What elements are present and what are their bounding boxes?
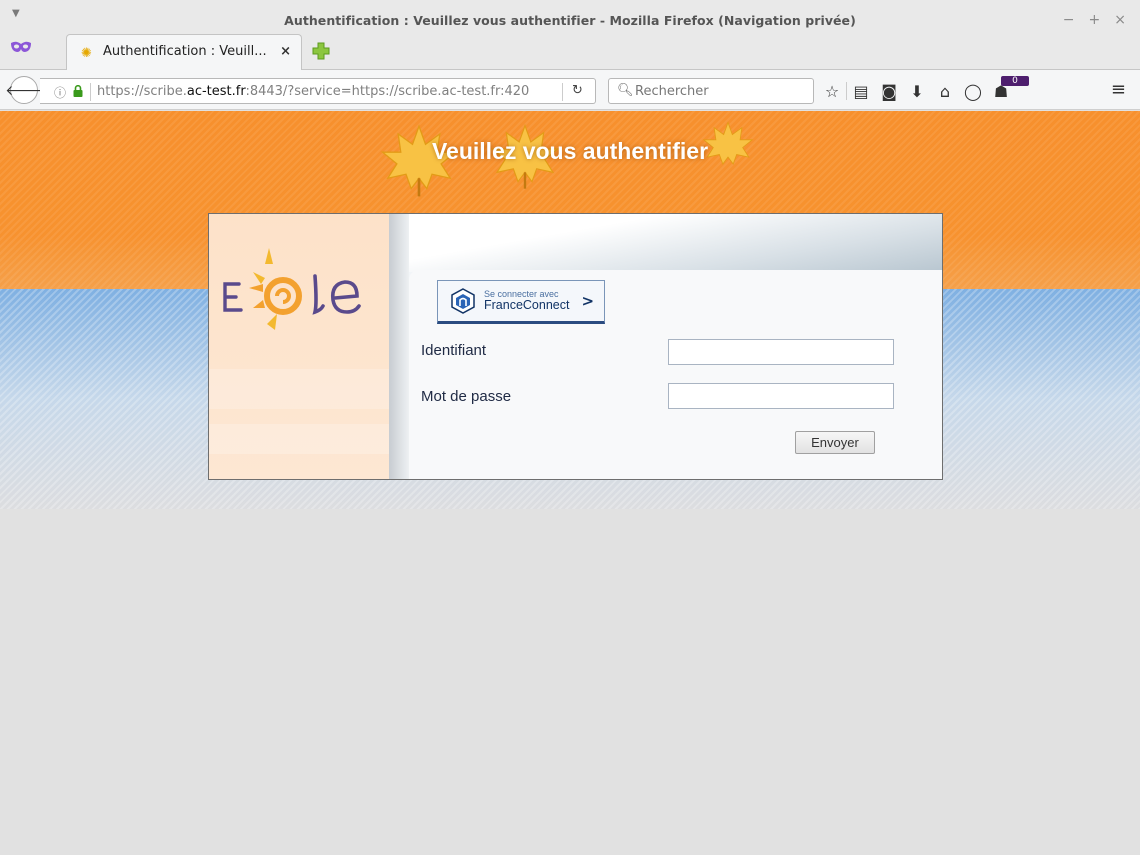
window-titlebar: ▼ Authentification : Veuillez vous authe… [0,0,1140,34]
notification-icon[interactable]: ☗ 0 [987,75,1029,101]
username-input[interactable] [668,339,894,365]
menu-icon[interactable]: ≡ [1111,79,1126,100]
franceconnect-text: Se connecter avec FranceConnect [484,289,570,313]
window-controls: − + × [1063,12,1126,28]
panel-shine [409,214,942,272]
private-mask-icon [11,41,31,52]
bookmark-star-icon[interactable]: ☆ [818,82,846,101]
reload-separator [562,83,563,101]
favicon-icon: ✺ [81,46,92,61]
reading-list-icon[interactable]: ▤ [847,82,875,101]
login-panel: Se connecter avec FranceConnect > Identi… [208,213,943,480]
tab-close-icon[interactable]: × [280,44,291,59]
download-icon[interactable]: ⬇ [903,82,931,101]
franceconnect-icon [451,288,475,314]
lock-icon[interactable] [73,85,83,97]
panel-stripe [209,369,391,409]
url-text[interactable]: https://scribe.ac-test.fr:8443/?service=… [97,84,529,99]
pocket-icon[interactable]: ◙ [875,82,903,101]
notification-badge: 0 [1001,75,1029,86]
logo-area [209,214,391,479]
new-tab-icon[interactable] [312,42,330,60]
url-rest: :8443/?service=https://scribe.ac-test.fr… [245,84,530,99]
close-window-button[interactable]: × [1114,12,1126,28]
back-button[interactable]: 🡐 [5,76,43,104]
tab-label: Authentification : Veuill... [103,44,267,59]
toolbar-icons: ☆ ▤ ◙ ⬇ ⌂ ◯ ☗ 0 [818,75,1029,102]
chat-icon[interactable]: ◯ [959,82,987,101]
address-separator [90,83,91,101]
tab-strip: ✺ Authentification : Veuill... × [0,34,1140,70]
panel-divider [389,214,409,479]
info-icon[interactable]: ⓘ [54,84,66,101]
password-input[interactable] [668,383,894,409]
reload-icon[interactable]: ↻ [572,83,583,98]
search-icon: 🔍︎ [617,83,634,98]
panel-stripe [209,424,391,454]
eole-logo [223,248,361,330]
password-label: Mot de passe [421,388,512,405]
page-title: Veuillez vous authentifier [431,138,709,164]
window-title: Authentification : Veuillez vous authent… [284,13,856,28]
tab-authentification[interactable]: ✺ Authentification : Veuill... × [66,34,302,70]
url-prefix: https://scribe. [97,84,187,99]
url-domain: ac-test.fr [186,84,246,99]
submit-button[interactable]: Envoyer [795,431,875,454]
search-placeholder: Rechercher [635,84,709,99]
franceconnect-button[interactable]: Se connecter avec FranceConnect > [437,280,605,324]
franceconnect-line2: FranceConnect [484,298,570,313]
search-box[interactable]: 🔍︎ Rechercher [608,78,814,104]
navigation-bar: 🡐 ⓘ https://scribe.ac-test.fr:8443/?serv… [0,70,1140,110]
back-icon: 🡐 [5,82,43,99]
username-label: Identifiant [421,342,487,359]
chevron-right-icon: > [581,292,595,310]
page-content: Veuillez vous authentifier Se connecter … [0,111,1140,855]
home-icon[interactable]: ⌂ [931,82,959,101]
minimize-button[interactable]: − [1063,12,1075,28]
maximize-button[interactable]: + [1089,12,1101,28]
address-bar[interactable]: ⓘ https://scribe.ac-test.fr:8443/?servic… [40,78,596,104]
